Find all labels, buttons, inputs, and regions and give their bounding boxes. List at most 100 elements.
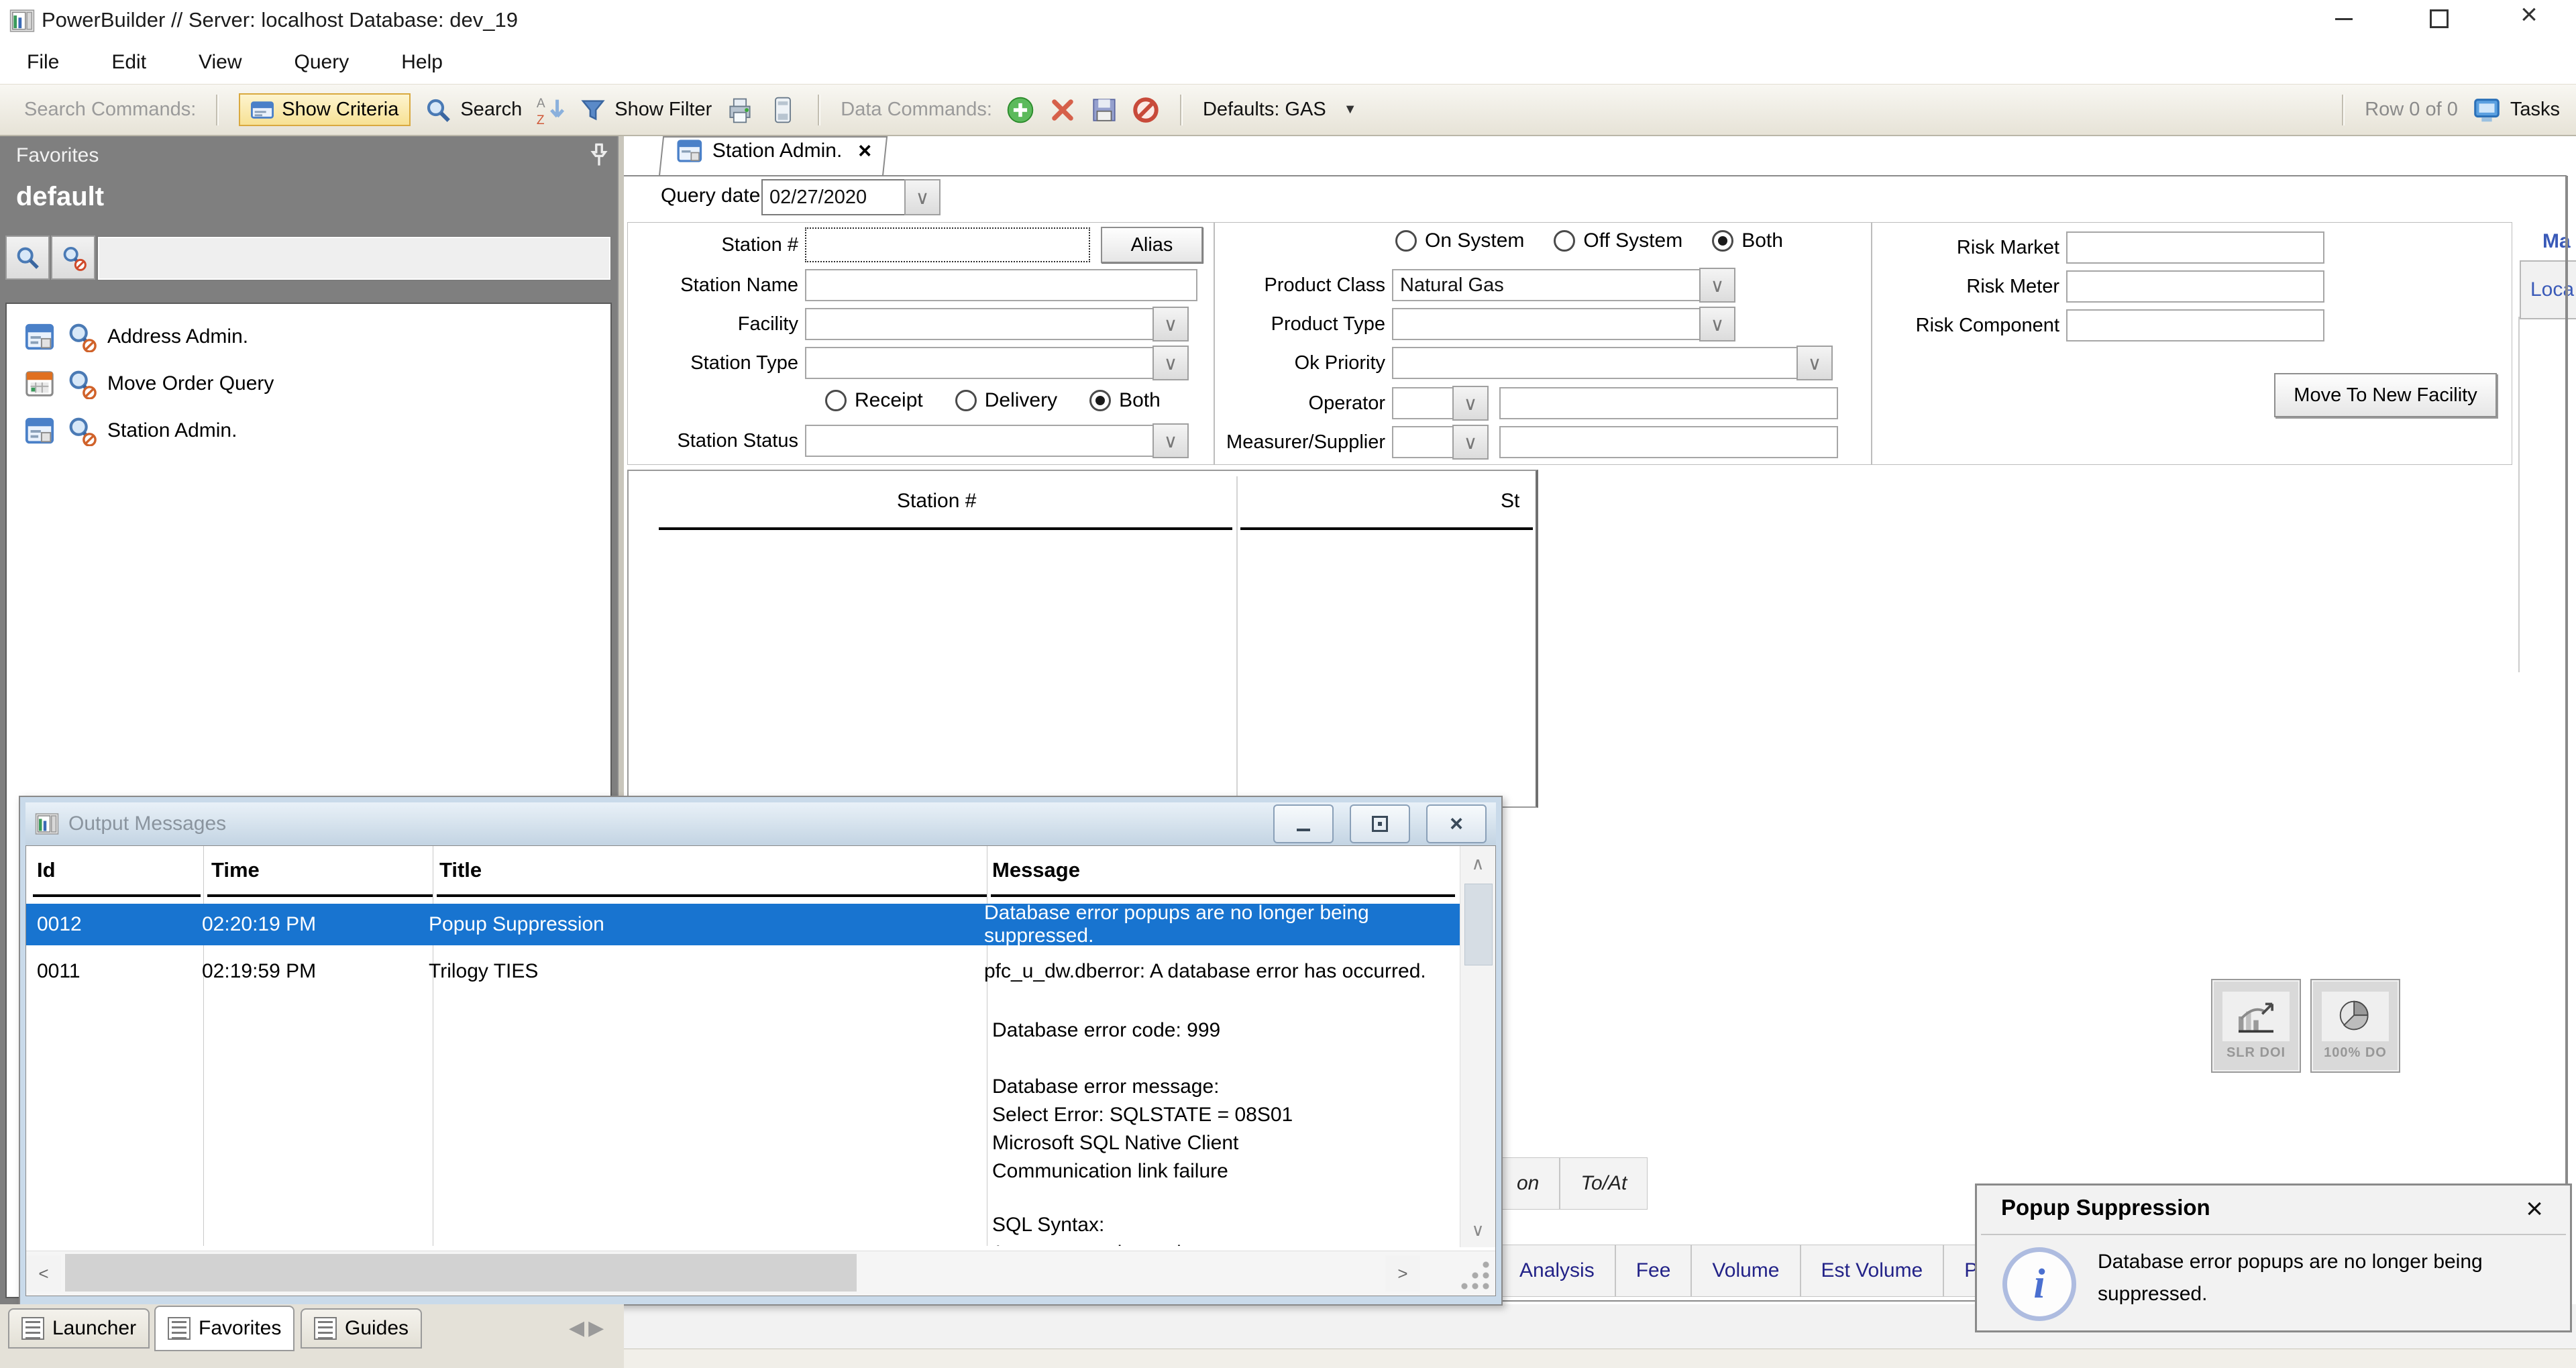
dock-tab-guides[interactable]: Guides — [301, 1308, 422, 1349]
pin-icon[interactable] — [588, 142, 610, 168]
dock-tab-launcher[interactable]: Launcher — [8, 1308, 150, 1349]
search-commands-label: Search Commands: — [24, 99, 196, 121]
radio-both-system[interactable] — [1712, 230, 1733, 252]
facility-input[interactable] — [805, 308, 1154, 340]
slr-doi-button[interactable]: SLR DOI — [2212, 980, 2300, 1071]
scroll-thumb[interactable] — [1464, 884, 1493, 965]
risk-component-input[interactable] — [2066, 309, 2324, 341]
column-id[interactable]: Id — [37, 858, 56, 882]
resize-grip[interactable] — [1459, 1259, 1490, 1290]
station-number-input[interactable] — [805, 227, 1090, 262]
pct-do-button[interactable]: 100% DO — [2312, 980, 2399, 1071]
favorites-item-station-admin[interactable]: Station Admin. — [7, 407, 610, 454]
tab-volume[interactable]: Volume — [1691, 1245, 1800, 1297]
radio-off-system[interactable] — [1554, 230, 1575, 252]
move-to-new-facility-button[interactable]: Move To New Facility — [2274, 373, 2497, 417]
menu-help[interactable]: Help — [394, 47, 449, 78]
tab-close-icon[interactable]: × — [858, 138, 871, 164]
delete-row-icon[interactable] — [1049, 96, 1077, 124]
dock-tab-favorites[interactable]: Favorites — [154, 1306, 294, 1351]
ok-priority-dropdown-button[interactable]: ∨ — [1796, 346, 1833, 380]
product-class-input[interactable] — [1392, 269, 1701, 301]
show-filter-button[interactable]: Show Filter — [580, 97, 712, 123]
output-minimize-button[interactable] — [1273, 804, 1334, 843]
message-row-selected[interactable]: 0012 02:20:19 PM Popup Suppression Datab… — [26, 904, 1460, 945]
radio-receipt[interactable] — [825, 390, 847, 411]
station-status-input[interactable] — [805, 425, 1154, 457]
favorites-item-address-admin[interactable]: Address Admin. — [7, 313, 610, 360]
operator-name-input[interactable] — [1499, 387, 1838, 419]
print-icon[interactable] — [725, 95, 755, 125]
tab-to-at[interactable]: To/At — [1560, 1157, 1648, 1210]
print-preview-icon[interactable] — [768, 95, 798, 125]
horizontal-scrollbar[interactable]: < > — [26, 1251, 1496, 1296]
tab-fee[interactable]: Fee — [1615, 1245, 1692, 1297]
ok-priority-input[interactable] — [1392, 347, 1798, 379]
tab-analysis[interactable]: Analysis — [1499, 1245, 1615, 1297]
risk-meter-input[interactable] — [2066, 270, 2324, 303]
measurer-name-input[interactable] — [1499, 426, 1838, 458]
measurer-code-input[interactable] — [1392, 426, 1454, 458]
column-title[interactable]: Title — [439, 858, 482, 882]
minimize-button[interactable] — [2332, 7, 2356, 31]
radio-both-rd[interactable] — [1089, 390, 1111, 411]
product-type-dropdown-button[interactable]: ∨ — [1699, 307, 1735, 341]
output-window-titlebar[interactable]: Output Messages × — [25, 802, 1496, 845]
close-button[interactable]: × — [2517, 3, 2541, 27]
show-criteria-button[interactable]: Show Criteria — [239, 93, 411, 126]
grid-column-clipped[interactable]: St — [1501, 490, 1519, 513]
favorites-search-button[interactable] — [5, 235, 50, 280]
operator-dropdown-button[interactable]: ∨ — [1452, 386, 1489, 421]
toast-close-icon[interactable]: × — [2526, 1192, 2543, 1226]
scroll-thumb[interactable] — [65, 1254, 857, 1292]
alias-button[interactable]: Alias — [1101, 227, 1203, 263]
save-icon[interactable] — [1090, 96, 1118, 124]
defaults-dropdown[interactable]: Defaults: GAS ▼ — [1203, 99, 1357, 121]
cancel-changes-icon[interactable] — [1132, 96, 1160, 124]
favorites-item-move-order-query[interactable]: Move Order Query — [7, 360, 610, 407]
grid-column-station-number[interactable]: Station # — [897, 490, 976, 513]
product-type-input[interactable] — [1392, 308, 1701, 340]
query-date-dropdown-button[interactable]: ∨ — [904, 179, 941, 215]
scroll-right-icon[interactable]: > — [1385, 1255, 1420, 1292]
menu-view[interactable]: View — [192, 47, 248, 78]
tab-station-admin[interactable]: Station Admin. × — [659, 136, 888, 176]
measurer-dropdown-button[interactable]: ∨ — [1452, 425, 1489, 460]
menu-edit[interactable]: Edit — [105, 47, 153, 78]
facility-label: Facility — [631, 313, 798, 335]
station-status-dropdown-button[interactable]: ∨ — [1152, 423, 1189, 458]
radio-delivery[interactable] — [955, 390, 977, 411]
maximize-button[interactable] — [2427, 7, 2451, 31]
tab-clipped-on[interactable]: on — [1496, 1157, 1560, 1210]
operator-code-input[interactable] — [1392, 387, 1454, 419]
scroll-left-icon[interactable]: < — [26, 1255, 61, 1292]
scroll-down-icon[interactable]: ∨ — [1460, 1212, 1495, 1247]
favorites-clear-search-button[interactable] — [51, 235, 95, 280]
product-class-dropdown-button[interactable]: ∨ — [1699, 268, 1735, 303]
output-close-button[interactable]: × — [1426, 804, 1487, 843]
scroll-up-icon[interactable]: ∧ — [1460, 846, 1495, 881]
vertical-scrollbar[interactable]: ∧ ∨ — [1460, 846, 1495, 1247]
menu-query[interactable]: Query — [288, 47, 356, 78]
station-name-input[interactable] — [805, 269, 1197, 301]
station-name-label: Station Name — [631, 274, 798, 297]
message-row[interactable]: 0011 02:19:59 PM Trilogy TIES pfc_u_dw.d… — [26, 951, 1460, 992]
sort-az-icon[interactable]: AZ — [535, 94, 566, 126]
grid-column-separator — [1236, 476, 1238, 798]
radio-on-system[interactable] — [1395, 230, 1417, 252]
search-button[interactable]: Search — [424, 96, 522, 124]
favorites-search-input[interactable] — [98, 237, 610, 280]
station-type-dropdown-button[interactable]: ∨ — [1152, 346, 1189, 380]
facility-dropdown-button[interactable]: ∨ — [1152, 307, 1189, 341]
dock-scroll-arrows[interactable]: ◀▶ — [569, 1316, 608, 1340]
column-time[interactable]: Time — [211, 858, 260, 882]
risk-market-input[interactable] — [2066, 231, 2324, 264]
station-type-input[interactable] — [805, 347, 1154, 379]
insert-row-icon[interactable] — [1006, 95, 1035, 125]
query-date-input[interactable] — [761, 179, 906, 215]
tasks-button[interactable]: Tasks — [2471, 95, 2560, 125]
column-message[interactable]: Message — [992, 858, 1080, 882]
menu-file[interactable]: File — [20, 47, 66, 78]
tab-est-volume[interactable]: Est Volume — [1801, 1245, 1944, 1297]
output-restore-button[interactable] — [1350, 804, 1410, 843]
